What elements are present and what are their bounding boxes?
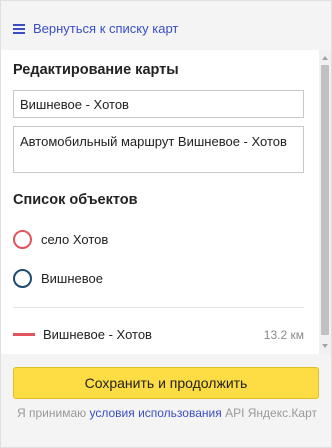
point-marker-icon — [13, 269, 32, 288]
route-line-icon — [13, 333, 35, 336]
object-item-khotov[interactable]: село Хотов — [13, 230, 108, 249]
terms-prefix: Я принимаю — [17, 406, 87, 420]
route-label: Вишневое - Хотов — [43, 327, 152, 342]
point-marker-icon — [13, 230, 32, 249]
editor-title: Редактирование карты — [13, 62, 179, 78]
back-link-label: Вернуться к списку карт — [33, 21, 179, 36]
map-name-input[interactable]: Вишневое - Хотов — [13, 90, 304, 118]
objects-title: Список объектов — [13, 192, 138, 208]
map-editor-panel: Вернуться к списку карт Редактирование к… — [0, 0, 332, 448]
divider — [13, 307, 304, 308]
scroll-up-icon[interactable] — [322, 56, 328, 60]
scrollbar-thumb[interactable] — [321, 65, 329, 335]
map-description-textarea[interactable]: Автомобильный маршрут Вишневое - Хотов — [13, 126, 304, 173]
terms-link[interactable]: условия использования — [89, 406, 221, 420]
terms-note: Я принимаю условия использования API Янд… — [1, 405, 332, 422]
back-to-maps-link[interactable]: Вернуться к списку карт — [13, 21, 178, 36]
object-label: Вишневое — [41, 271, 103, 286]
object-label: село Хотов — [41, 232, 109, 247]
scroll-down-icon[interactable] — [322, 344, 328, 348]
route-distance: 13.2 км — [263, 327, 304, 342]
object-item-route[interactable]: Вишневое - Хотов 13.2 км — [13, 327, 304, 342]
menu-icon — [13, 23, 25, 34]
terms-suffix: API Яндекс.Карт — [225, 406, 317, 420]
save-and-continue-button[interactable]: Сохранить и продолжить — [13, 367, 319, 399]
scrollbar[interactable] — [319, 50, 331, 354]
object-item-vyshneve[interactable]: Вишневое — [13, 269, 103, 288]
